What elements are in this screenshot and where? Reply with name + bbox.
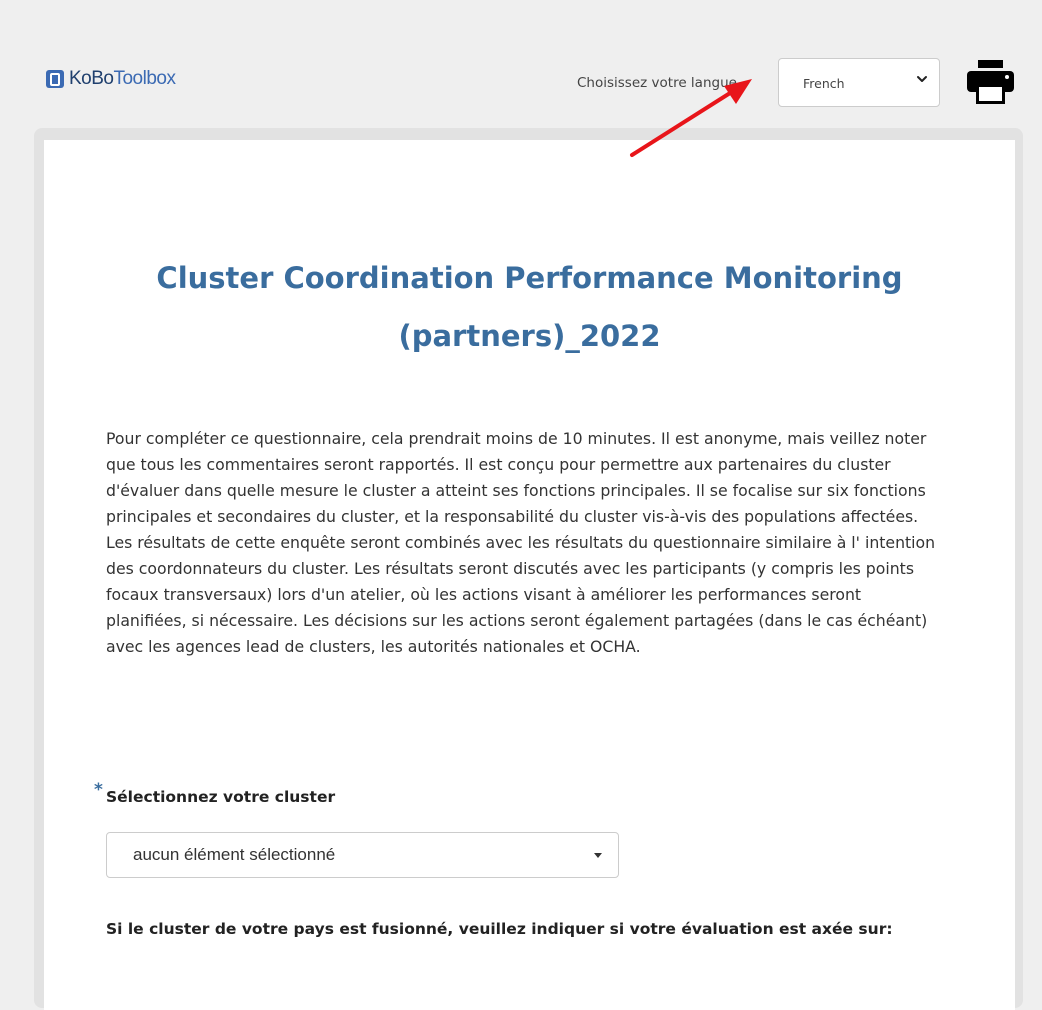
chevron-down-icon — [917, 76, 927, 82]
language-select[interactable]: French — [778, 58, 940, 107]
red-annotation-arrow — [630, 79, 752, 157]
logo-icon — [46, 70, 64, 88]
required-marker: * — [94, 780, 103, 800]
question-cluster-label: Sélectionnez votre cluster — [106, 788, 336, 806]
cluster-select[interactable]: aucun élément sélectionné — [106, 832, 619, 878]
logo-text-toolbox: Toolbox — [113, 68, 176, 89]
top-bar: KoBoToolbox Choisissez votre langue Fren… — [0, 0, 1042, 130]
print-icon[interactable] — [967, 60, 1014, 104]
language-selected-value: French — [803, 76, 845, 91]
kobotoolbox-logo[interactable]: KoBoToolbox — [46, 68, 176, 90]
form-title: Cluster Coordination Performance Monitor… — [156, 261, 903, 353]
question-merged-cluster-label: Si le cluster de votre pays est fusionné… — [106, 920, 893, 938]
form-intro-text: Pour compléter ce questionnaire, cela pr… — [106, 429, 936, 656]
logo-text-kobo: KoBo — [69, 68, 114, 89]
caret-down-icon — [594, 853, 602, 858]
cluster-select-value: aucun élément sélectionné — [133, 845, 336, 864]
